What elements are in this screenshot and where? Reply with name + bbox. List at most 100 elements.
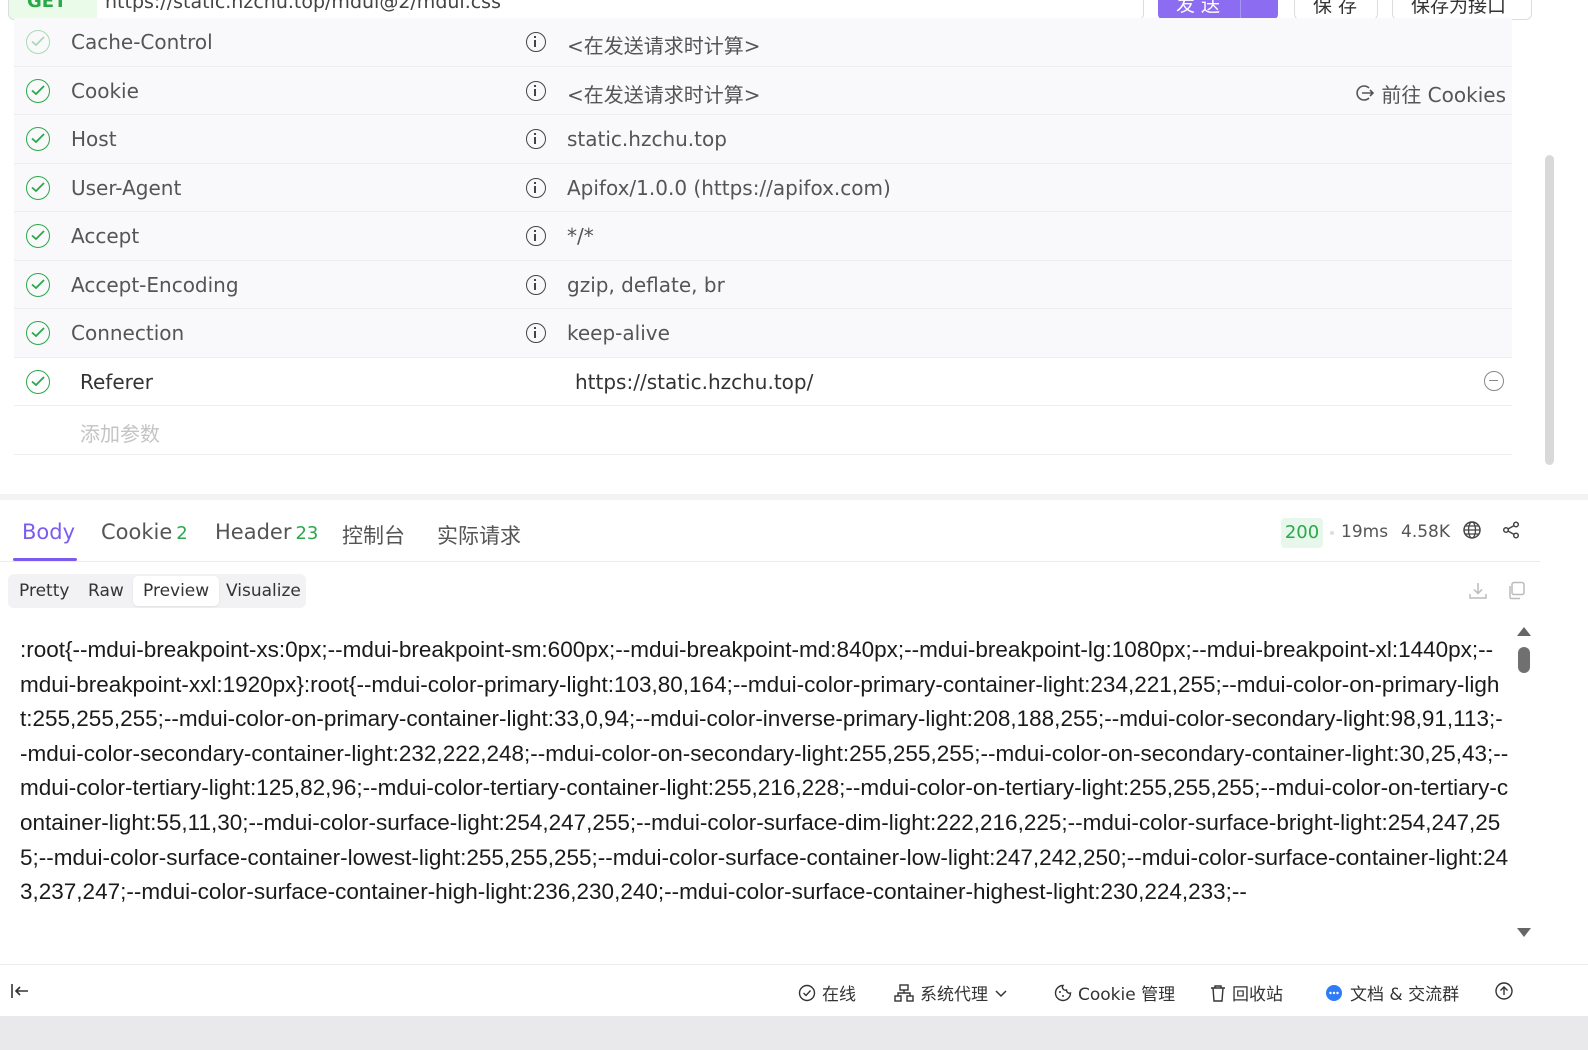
enabled-checkbox[interactable] [26,321,50,345]
chat-bubble-icon [1326,984,1342,1001]
info-icon[interactable] [526,226,546,246]
recycle-bin[interactable]: 回收站 [1210,980,1283,1005]
add-param-row: 添加参数 [14,406,1512,455]
goto-cookies-link[interactable]: 前往 Cookies [1355,79,1506,108]
save-label: 保 存 [1313,0,1358,17]
globe-icon[interactable] [1462,520,1482,540]
goto-arrow-icon [1356,85,1375,101]
url-text: https://static.hzchu.top/mdui@2/mdui.css [105,0,501,13]
header-row-user-agent: User-Agent Apifox/1.0.0 (https://apifox.… [14,163,1512,212]
tab-actual-request[interactable]: 实际请求 [437,520,521,550]
info-icon[interactable] [526,32,546,52]
docs-label: 文档 & 交流群 [1350,985,1460,1005]
docs-community[interactable]: 文档 & 交流群 [1324,980,1459,1005]
remove-row-icon[interactable] [1484,370,1504,391]
cookie-icon [1054,984,1072,1001]
headers-table: Cache-Control <在发送请求时计算> Cookie <在发送请求时计… [14,18,1512,455]
check-circle-icon [798,984,816,1001]
method-label: GET [27,0,67,12]
tab-label: Cookie [101,520,173,544]
header-key: User-Agent [71,175,182,200]
view-visualize[interactable]: Visualize [226,581,301,601]
send-label: 发 送 [1176,0,1221,16]
share-icon[interactable] [1502,521,1520,539]
tab-cookie[interactable]: Cookie 2 [101,520,188,544]
tab-label: Header [215,520,292,544]
enabled-checkbox[interactable] [26,78,50,103]
online-status[interactable]: 在线 [798,980,856,1005]
tab-console[interactable]: 控制台 [342,520,405,550]
tab-label: 实际请求 [437,524,521,548]
header-value: <在发送请求时计算> [567,82,761,107]
separator-dot [1330,531,1334,535]
url-input[interactable]: https://static.hzchu.top/mdui@2/mdui.css [97,0,1144,20]
response-time: 19ms [1341,522,1389,542]
cookie-manager[interactable]: Cookie 管理 [1054,980,1175,1005]
header-value: static.hzchu.top [567,127,727,151]
collapse-sidebar-icon[interactable] [10,982,30,1000]
header-row-cache-control: Cache-Control <在发送请求时计算> [14,18,1512,67]
download-icon[interactable] [1468,581,1488,601]
header-value-input[interactable]: https://static.hzchu.top/ [575,370,813,394]
view-raw[interactable]: Raw [88,581,124,601]
tab-label: 控制台 [342,524,405,548]
header-value: gzip, deflate, br [567,272,725,297]
panel-divider[interactable] [0,494,1588,500]
header-value: <在发送请求时计算> [567,34,761,58]
tab-header[interactable]: Header 23 [215,520,318,544]
add-param-input[interactable]: 添加参数 [80,418,160,447]
header-value: */* [567,224,594,248]
body-scrollbar-thumb[interactable] [1518,647,1530,673]
send-button[interactable]: 发 送 [1158,0,1278,20]
send-split[interactable] [1240,0,1241,20]
scroll-up-arrow-icon[interactable] [1517,627,1531,636]
enabled-checkbox[interactable] [26,30,50,54]
save-as-label: 保存为接口 [1411,0,1507,17]
header-key-input[interactable]: Referer [80,370,153,394]
view-pretty[interactable]: Pretty [19,581,69,601]
enabled-checkbox[interactable] [26,127,50,151]
header-key: Connection [71,321,185,345]
chevron-down-icon [995,989,1007,997]
info-icon[interactable] [526,177,546,198]
proxy-label: 系统代理 [920,985,988,1005]
info-icon[interactable] [526,274,546,295]
goto-cookies-label: 前往 Cookies [1381,82,1506,107]
header-key: Host [71,127,117,151]
info-icon[interactable] [526,80,546,101]
active-tab-indicator [13,558,77,561]
header-key: Accept-Encoding [71,272,239,297]
upgrade-icon[interactable] [1494,981,1514,1001]
tab-count: 23 [295,523,319,544]
view-mode-switch: Pretty Raw Preview Visualize [8,574,306,608]
enabled-checkbox[interactable] [26,369,50,394]
method-select[interactable]: GET [8,0,98,20]
response-body[interactable]: :root{--mdui-breakpoint-xs:0px;--mdui-br… [20,633,1510,943]
header-key: Cache-Control [71,30,213,54]
tab-count: 2 [176,523,188,544]
status-badge: 200 [1281,518,1323,548]
header-row-cookie: Cookie <在发送请求时计算> 前往 Cookies [14,66,1512,115]
save-button[interactable]: 保 存 [1294,0,1378,20]
copy-icon[interactable] [1507,581,1526,600]
enabled-checkbox[interactable] [26,272,50,297]
enabled-checkbox[interactable] [26,175,50,200]
window-bottom-edge [0,1016,1588,1050]
proxy-menu[interactable]: 系统代理 [894,980,1008,1005]
recycle-bin-label: 回收站 [1232,985,1283,1005]
headers-scrollbar[interactable] [1545,155,1554,465]
status-bar: 在线 系统代理 Cookie 管理 回收站 文档 & 交流群 [0,964,1588,1016]
tab-body[interactable]: Body [22,520,75,544]
trash-icon [1211,984,1225,1002]
enabled-checkbox[interactable] [26,224,50,248]
tab-label: Body [22,520,76,544]
scroll-down-arrow-icon[interactable] [1517,928,1531,937]
info-icon[interactable] [526,323,546,343]
header-row-referer: Referer https://static.hzchu.top/ [14,357,1512,406]
save-as-api-button[interactable]: 保存为接口 [1392,0,1532,20]
header-row-connection: Connection keep-alive [14,309,1512,358]
header-value: keep-alive [567,321,670,345]
view-preview[interactable]: Preview [133,576,220,606]
info-icon[interactable] [526,129,546,149]
header-value: Apifox/1.0.0 (https://apifox.com) [567,175,891,200]
